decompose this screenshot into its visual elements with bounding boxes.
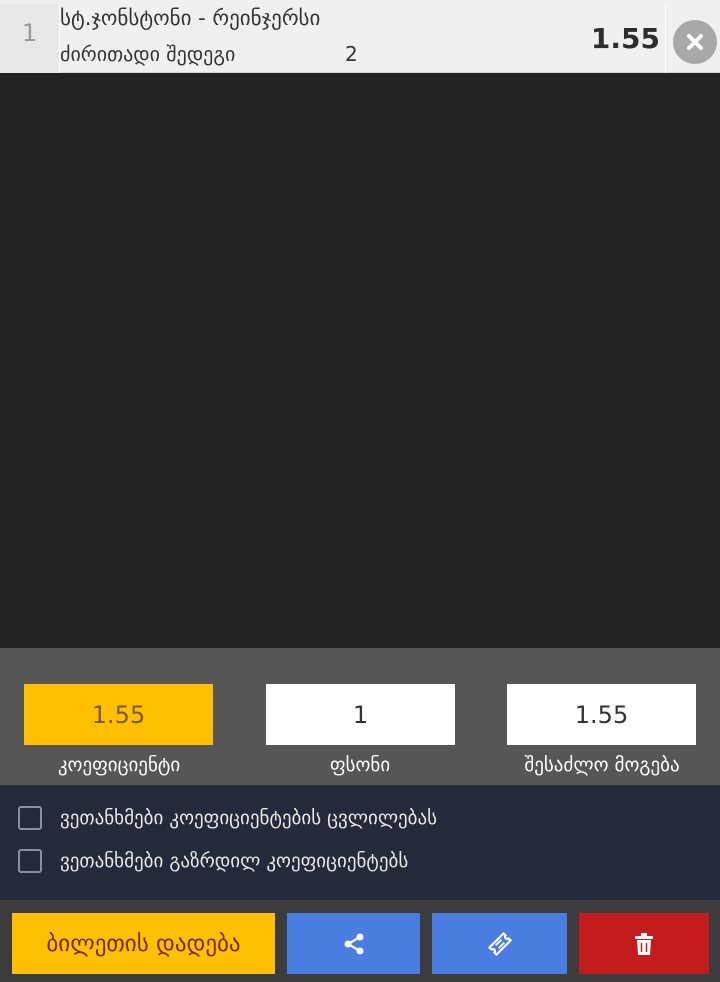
divider bbox=[665, 4, 666, 73]
delete-button[interactable] bbox=[579, 913, 709, 974]
share-button[interactable] bbox=[287, 913, 420, 974]
share-icon bbox=[344, 933, 363, 954]
accept-boosted-odds-option[interactable]: ვეთანხმები გაზრდილ კოეფიციენტებს bbox=[18, 849, 408, 873]
accept-odds-change-option[interactable]: ვეთანხმები კოეფიციენტების ცვლილებას bbox=[18, 806, 437, 830]
bet-odds: 1.55 bbox=[590, 22, 660, 55]
stake-input[interactable]: 1 bbox=[266, 684, 455, 745]
accept-boosted-odds-checkbox[interactable] bbox=[18, 849, 42, 873]
accept-boosted-odds-label: ვეთანხმები გაზრდილ კოეფიციენტებს bbox=[60, 850, 409, 872]
bet-market-name: ძირითადი შედეგი bbox=[60, 42, 236, 66]
options-panel: ვეთანხმები კოეფიციენტების ცვლილებას ვეთა… bbox=[0, 785, 720, 900]
stake-panel: 1.55 1 1.55 კოეფიციენტი ფსონი შესაძლო მო… bbox=[0, 648, 720, 785]
bet-index: 1 bbox=[0, 4, 60, 73]
bet-match-name: სტ.ჯონსტონი - რეინჯერსი bbox=[60, 6, 321, 30]
ticket-button[interactable] bbox=[432, 913, 567, 974]
odds-field: 1.55 bbox=[24, 684, 213, 745]
place-bet-button[interactable]: ბილეთის დადება bbox=[12, 913, 275, 974]
accept-odds-change-label: ვეთანხმები კოეფიციენტების ცვლილებას bbox=[60, 807, 438, 829]
trash-icon bbox=[635, 932, 653, 955]
close-icon bbox=[687, 34, 703, 50]
odds-label: კოეფიციენტი bbox=[57, 754, 181, 776]
stake-label: ფსონი bbox=[329, 754, 391, 776]
betslip-empty-area bbox=[0, 74, 720, 648]
action-bar: ბილეთის დადება bbox=[0, 900, 720, 982]
possible-win-field: 1.55 bbox=[507, 684, 696, 745]
remove-selection-button[interactable] bbox=[673, 20, 717, 64]
bet-pick: 2 bbox=[345, 42, 358, 66]
ticket-icon bbox=[487, 931, 512, 956]
bet-selection-row: 1 სტ.ჯონსტონი - რეინჯერსი ძირითადი შედეგ… bbox=[0, 0, 720, 73]
possible-win-label: შესაძლო მოგება bbox=[524, 754, 680, 776]
accept-odds-change-checkbox[interactable] bbox=[18, 806, 42, 830]
